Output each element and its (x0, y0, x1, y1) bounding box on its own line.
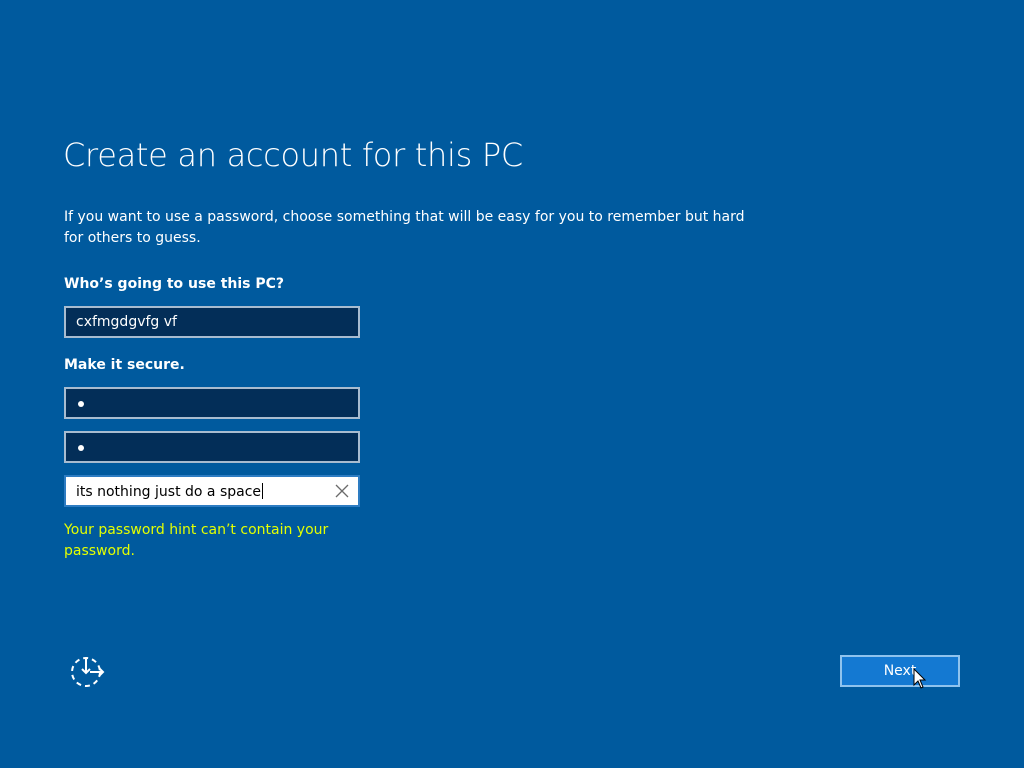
next-button[interactable]: Next (840, 655, 960, 687)
password-hint-value: its nothing just do a space (76, 484, 262, 500)
hint-error-message: Your password hint can’t contain your pa… (64, 522, 329, 559)
password-section-label: Make it secure. (64, 357, 185, 373)
password-mask-dot (78, 401, 84, 407)
ease-of-access-icon[interactable] (70, 654, 106, 690)
confirm-password-input[interactable] (64, 431, 360, 463)
username-value: cxfmgdgvfg vf (76, 314, 177, 330)
confirm-password-mask-dot (78, 445, 84, 451)
clear-text-button[interactable] (334, 482, 350, 500)
password-input[interactable] (64, 387, 360, 419)
text-caret (262, 483, 264, 499)
username-input[interactable]: cxfmgdgvfg vf (64, 306, 360, 338)
username-label: Who’s going to use this PC? (64, 276, 285, 292)
password-hint-input[interactable]: its nothing just do a space (64, 475, 360, 507)
close-icon (335, 484, 349, 498)
intro-text: If you want to use a password, choose so… (64, 209, 745, 246)
page-title: Create an account for this PC (63, 136, 523, 174)
